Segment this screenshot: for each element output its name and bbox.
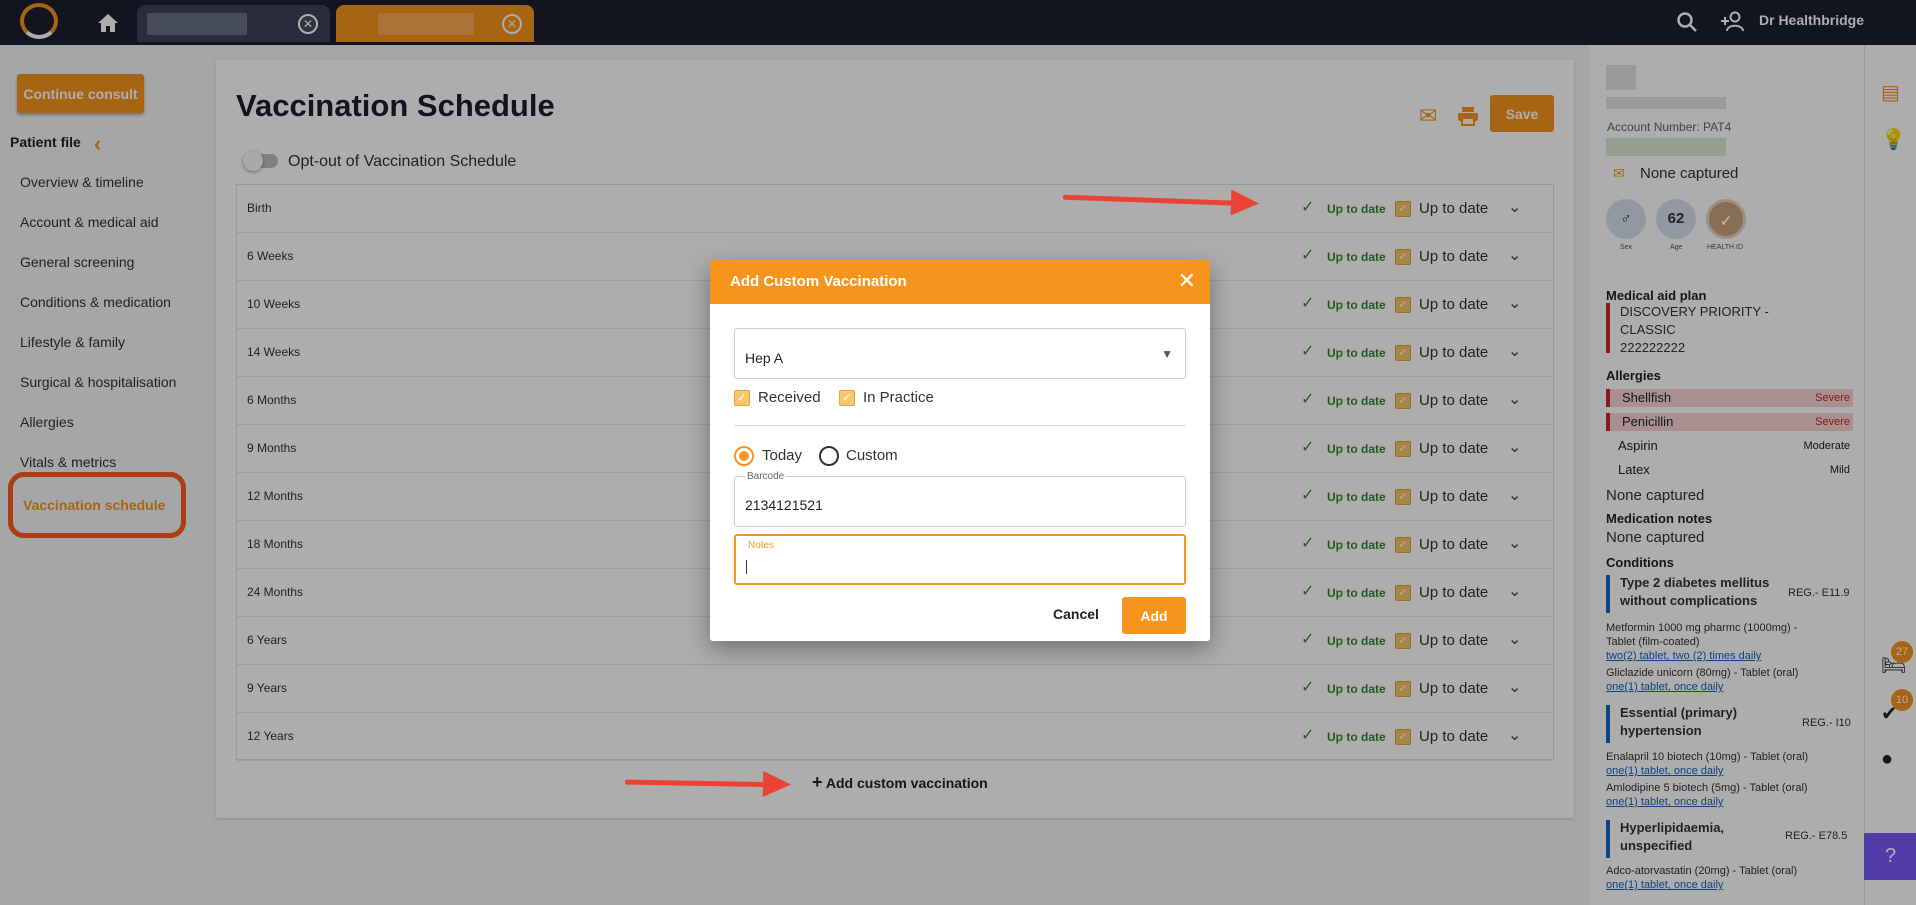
dialog-header: Add Custom Vaccination ✕	[710, 260, 1210, 304]
cancel-button[interactable]: Cancel	[1053, 606, 1099, 622]
custom-label: Custom	[846, 447, 898, 464]
vaccine-select[interactable]: Hep A ▼	[734, 328, 1186, 379]
dialog-divider	[734, 425, 1186, 426]
add-button[interactable]: Add	[1122, 597, 1186, 634]
today-radio[interactable]	[734, 446, 754, 466]
text-caret	[746, 560, 747, 574]
close-icon[interactable]: ✕	[1178, 268, 1196, 294]
vaccine-select-value: Hep A	[745, 350, 784, 366]
received-label: Received	[758, 389, 821, 406]
notes-field[interactable]: Notes	[734, 534, 1186, 585]
custom-radio[interactable]	[819, 446, 839, 466]
in-practice-checkbox[interactable]: ✓	[839, 390, 855, 406]
barcode-field[interactable]: Barcode 2134121521	[734, 471, 1186, 527]
in-practice-label: In Practice	[863, 389, 934, 406]
dropdown-arrow-icon: ▼	[1161, 347, 1173, 361]
received-checkbox[interactable]: ✓	[734, 390, 750, 406]
notes-label: Notes	[746, 540, 777, 551]
add-custom-vaccination-dialog: Add Custom Vaccination ✕ Hep A ▼ ✓ Recei…	[710, 260, 1210, 641]
dialog-title: Add Custom Vaccination	[730, 273, 907, 290]
barcode-value: 2134121521	[745, 497, 823, 513]
today-label: Today	[762, 447, 803, 464]
barcode-label: Barcode	[745, 471, 787, 482]
